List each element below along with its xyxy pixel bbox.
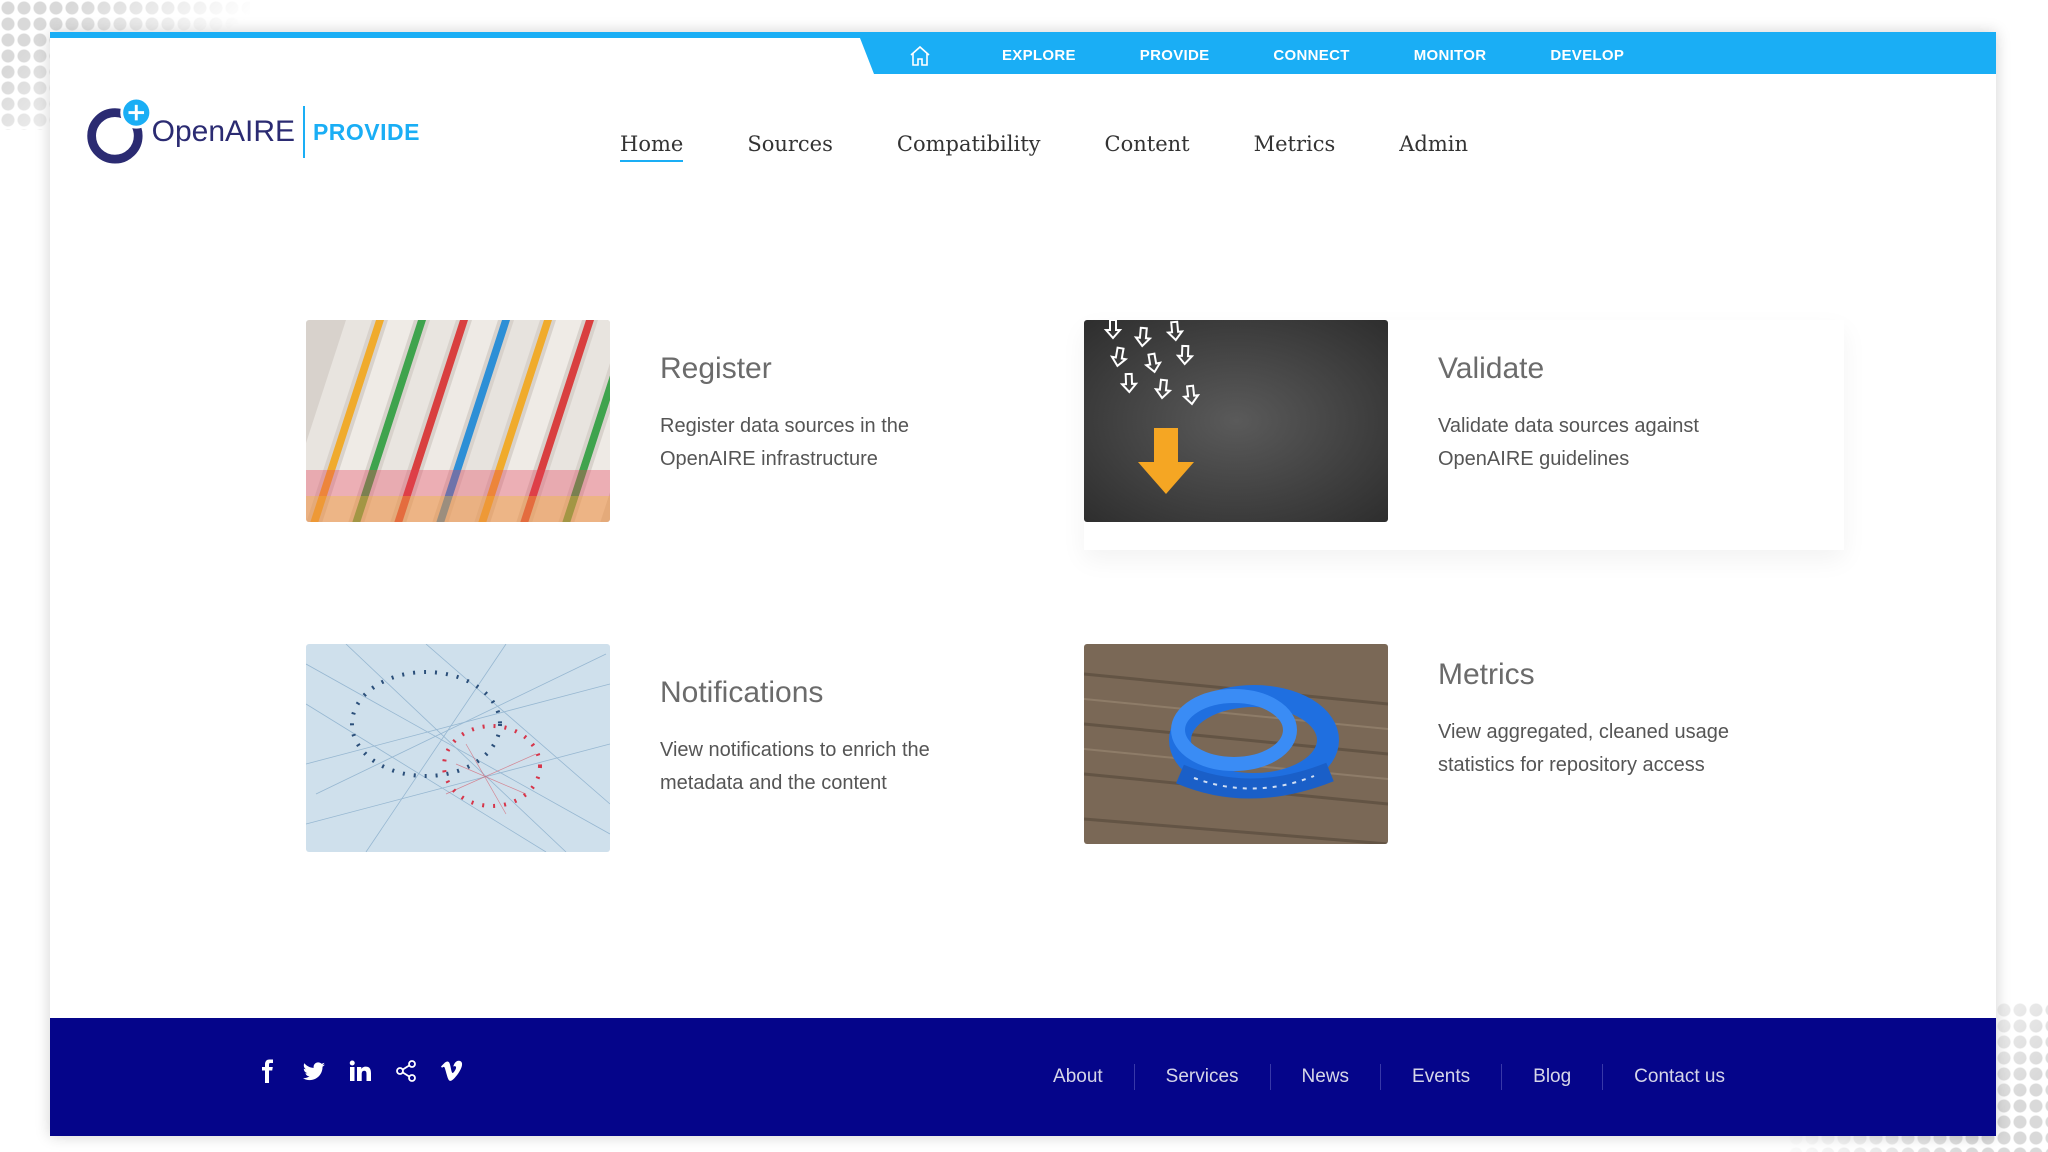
home-icon [910, 45, 930, 66]
global-menu: EXPLORE PROVIDE CONNECT MONITOR DEVELOP [860, 38, 1996, 74]
facebook-icon [262, 1059, 273, 1083]
nav-compatibility[interactable]: Compatibility [897, 132, 1041, 162]
card-description: View aggregated, cleaned usage statistic… [1438, 721, 1729, 776]
logo-product: PROVIDE [312, 118, 420, 145]
linkedin-icon [349, 1060, 371, 1081]
social-links [255, 1058, 465, 1084]
footer: About Services News Events Blog Contact … [50, 1018, 1996, 1136]
twitter-icon [302, 1062, 325, 1081]
share-link[interactable] [393, 1058, 419, 1084]
register-card[interactable]: Register Register data sources in the Op… [306, 320, 1066, 550]
footer-links: About Services News Events Blog Contact … [1022, 1064, 1756, 1090]
nav-metrics[interactable]: Metrics [1254, 132, 1336, 162]
footer-link-news[interactable]: News [1271, 1066, 1381, 1088]
file-folders-image [306, 320, 610, 522]
card-title: Notifications [660, 676, 824, 709]
main-nav: Home Sources Compatibility Content Metri… [620, 132, 1532, 162]
logo-name: OpenAIRE [151, 115, 296, 148]
metrics-card[interactable]: Metrics View aggregated, cleaned usage s… [1084, 644, 1844, 874]
card-description: Register data sources in the OpenAIRE in… [660, 415, 910, 470]
card-title: Metrics [1438, 658, 1535, 691]
footer-link-events[interactable]: Events [1381, 1066, 1501, 1088]
card-description: Validate data sources against OpenAIRE g… [1438, 415, 1699, 470]
nav-admin[interactable]: Admin [1399, 132, 1468, 162]
browser-page: EXPLORE PROVIDE CONNECT MONITOR DEVELOP … [50, 32, 1996, 1136]
home-link[interactable] [870, 38, 970, 74]
nav-content[interactable]: Content [1105, 132, 1190, 162]
global-menu-explore[interactable]: EXPLORE [970, 38, 1108, 74]
vimeo-link[interactable] [439, 1058, 465, 1084]
share-icon [396, 1060, 416, 1082]
nav-sources[interactable]: Sources [747, 132, 833, 162]
facebook-link[interactable] [255, 1058, 281, 1084]
twitter-link[interactable] [301, 1058, 327, 1084]
openaire-provide-logo[interactable]: OpenAIRE PROVIDE [80, 87, 420, 177]
measuring-tape-image [1084, 644, 1388, 844]
footer-link-contact-us[interactable]: Contact us [1603, 1066, 1756, 1088]
card-title: Register [660, 352, 772, 385]
card-description: View notifications to enrich the metadat… [660, 739, 930, 794]
vimeo-icon [441, 1060, 463, 1081]
footer-link-blog[interactable]: Blog [1502, 1066, 1602, 1088]
global-menu-develop[interactable]: DEVELOP [1518, 38, 1656, 74]
notifications-card[interactable]: Notifications View notifications to enri… [306, 644, 1066, 874]
linkedin-link[interactable] [347, 1058, 373, 1084]
global-menu-connect[interactable]: CONNECT [1241, 38, 1381, 74]
global-menu-provide[interactable]: PROVIDE [1108, 38, 1242, 74]
nav-home[interactable]: Home [620, 132, 684, 162]
footer-link-services[interactable]: Services [1135, 1066, 1270, 1088]
validate-card[interactable]: Validate Validate data sources against O… [1084, 320, 1844, 550]
logo-separator [303, 106, 305, 158]
card-title: Validate [1438, 352, 1545, 385]
footer-link-about[interactable]: About [1022, 1066, 1134, 1088]
string-network-image [306, 644, 610, 852]
openaire-logo-icon [87, 96, 153, 164]
global-menu-monitor[interactable]: MONITOR [1382, 38, 1519, 74]
arrows-chalkboard-image [1084, 320, 1388, 522]
top-accent-strip [50, 32, 1996, 38]
